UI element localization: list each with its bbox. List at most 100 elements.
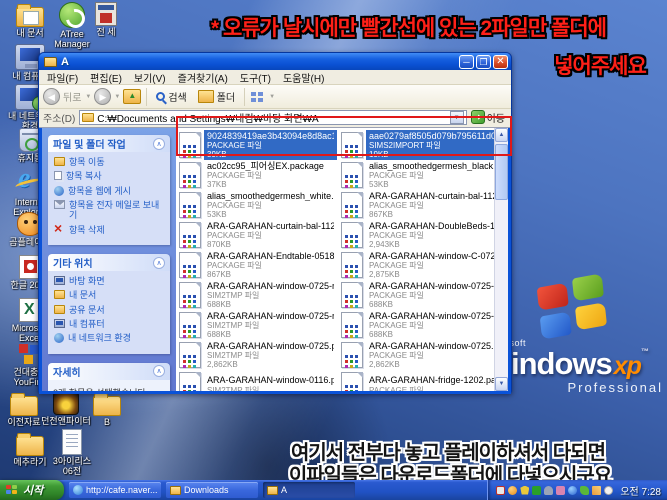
file-size: 867KB xyxy=(369,210,394,220)
maximize-button[interactable]: ❐ xyxy=(476,54,491,69)
scrollbar-track[interactable] xyxy=(495,142,508,377)
file-name: ARA-GARAHAN-window-0725-re.pa... xyxy=(369,280,494,291)
taskbar-task-button[interactable]: A xyxy=(263,482,355,498)
desktop-icon-image xyxy=(16,4,44,27)
taskbar-task-button[interactable]: Downloads xyxy=(166,482,258,498)
task-link[interactable]: 항목 이동 xyxy=(54,157,166,167)
pen-icon[interactable] xyxy=(592,485,602,495)
file-item[interactable]: ARA-GARAHAN-window-0725-re-01... SIM2TMP… xyxy=(179,310,337,340)
address-dropdown-icon[interactable]: ▼ xyxy=(449,110,464,124)
file-item[interactable]: ARA-GARAHAN-DoubleBeds-1001.p... PACKAGE… xyxy=(341,220,494,250)
desktop-icon[interactable]: 3아이리스 06전 xyxy=(44,429,100,477)
file-type: SIM2TMP 파일 xyxy=(207,385,260,391)
collapse-chevron-icon[interactable]: ∧ xyxy=(153,137,165,150)
green-cross-icon[interactable] xyxy=(532,485,542,495)
file-type: PACKAGE 파일 xyxy=(369,385,425,391)
file-item[interactable]: ARA-GARAHAN-Endtable-0518-re.p... PACKAG… xyxy=(179,250,337,280)
menu-item[interactable]: 보기(V) xyxy=(128,70,172,85)
title-bar[interactable]: A ─ ❐ ✕ xyxy=(39,53,511,70)
menu-item[interactable]: 도움말(H) xyxy=(277,70,330,85)
minimize-button[interactable]: ─ xyxy=(459,54,474,69)
window-title: A xyxy=(61,55,69,68)
robot-icon[interactable] xyxy=(544,485,554,495)
shield-icon[interactable] xyxy=(520,485,530,495)
file-item[interactable]: ARA-GARAHAN-window-0725-re.pa... SIM2TMP… xyxy=(179,280,337,310)
file-item[interactable]: ARA-GARAHAN-window-0725-re-01... PACKAGE… xyxy=(341,310,494,340)
other-places-header[interactable]: 기타 위치 ∧ xyxy=(48,254,170,272)
menu-item[interactable]: 즐겨찾기(A) xyxy=(172,70,234,85)
file-item[interactable]: alias_smoothedgermesh_black.pac... PACKA… xyxy=(341,160,494,190)
task-icon xyxy=(54,157,65,166)
file-name: ARA-GARAHAN-Endtable-0518-re.p... xyxy=(207,250,334,261)
menu-item[interactable]: 파일(F) xyxy=(41,70,84,85)
address-input[interactable]: C:₩Documents and Settings₩내컴₩바탕 화면₩A ▼ xyxy=(79,109,467,125)
back-button[interactable]: ◀ xyxy=(43,88,60,105)
package-file-icon xyxy=(341,282,363,308)
scrollbar-thumb[interactable] xyxy=(495,144,508,200)
clock: 오전 7:28 xyxy=(620,486,661,498)
gear-icon[interactable] xyxy=(604,485,614,495)
menu-item[interactable]: 편집(E) xyxy=(84,70,128,85)
file-type: PACKAGE 파일 xyxy=(207,260,263,270)
forward-button[interactable]: ▶ xyxy=(94,88,112,105)
file-item[interactable]: 9024839419ae3b43094e8d8ac135bf7_... PACK… xyxy=(179,130,337,160)
back-dropdown-icon[interactable]: ▼ xyxy=(85,94,91,100)
file-size: 2,862KB xyxy=(207,360,238,370)
task-link[interactable]: 항목 복사 xyxy=(54,171,166,181)
file-name: ARA-GARAHAN-window-0116.packa... xyxy=(207,375,334,386)
go-button[interactable]: ➜ 이동 xyxy=(470,110,507,125)
blue-sphere-icon[interactable] xyxy=(568,485,578,495)
file-name: ARA-GARAHAN-window-0725-re.pa... xyxy=(207,280,334,291)
scroll-down-icon[interactable]: ▼ xyxy=(495,377,508,391)
antivirus-icon[interactable] xyxy=(496,485,506,495)
file-name: alias_smoothedgermesh_white.pac... xyxy=(207,190,334,201)
place-icon xyxy=(54,290,65,300)
task-link[interactable]: 항목 삭제 xyxy=(54,220,166,236)
vertical-scrollbar[interactable]: ▲ ▼ xyxy=(494,128,508,391)
details-header[interactable]: 자세히 ∧ xyxy=(48,362,170,380)
file-item[interactable]: alias_smoothedgermesh_white.pac... PACKA… xyxy=(179,190,337,220)
place-link[interactable]: 공유 문서 xyxy=(54,304,166,315)
task-link[interactable]: 항목을 웹에 게시 xyxy=(54,185,166,196)
file-name: ARA-GARAHAN-window-0725.packa... xyxy=(207,340,334,351)
desktop-icon[interactable]: B xyxy=(83,391,131,427)
green-leaf-icon[interactable] xyxy=(580,485,590,495)
views-icon[interactable] xyxy=(250,90,266,104)
messenger-orange-icon[interactable] xyxy=(508,485,518,495)
pink-app-icon[interactable] xyxy=(556,485,566,495)
menu-item[interactable]: 도구(T) xyxy=(234,70,277,85)
file-item[interactable]: ARA-GARAHAN-window-C-0725.pa... PACKAGE … xyxy=(341,250,494,280)
taskbar-task-button[interactable]: http://cafe.naver.... xyxy=(69,482,161,498)
task-link[interactable]: 항목을 전자 메일로 보내기 xyxy=(54,200,166,221)
place-link[interactable]: 내 컴퓨터 xyxy=(54,319,166,329)
file-item[interactable]: ARA-GARAHAN-window-0725.packa... PACKAGE… xyxy=(341,340,494,370)
collapse-chevron-icon[interactable]: ∧ xyxy=(153,365,165,378)
file-item[interactable]: ac02cc95_피어싱EX.package PACKAGE 파일 37KB xyxy=(179,160,337,190)
file-item[interactable]: ARA-GARAHAN-curtain-bal-1124.pa... PACKA… xyxy=(179,220,337,250)
up-button[interactable] xyxy=(123,89,142,104)
file-item[interactable]: ARA-GARAHAN-window-0116.packa... SIM2TMP… xyxy=(179,370,337,391)
start-button[interactable]: 시작 xyxy=(0,480,64,500)
task-button-icon xyxy=(267,485,278,495)
file-item[interactable]: aae0279af8505d079b795611d0507270.... SIM… xyxy=(341,130,494,160)
file-item[interactable]: ARA-GARAHAN-window-0725-re.pa... PACKAGE… xyxy=(341,280,494,310)
forward-dropdown-icon[interactable]: ▼ xyxy=(114,94,120,100)
file-item[interactable]: ARA-GARAHAN-fridge-1202.packag... PACKAG… xyxy=(341,370,494,391)
collapse-chevron-icon[interactable]: ∧ xyxy=(153,256,165,269)
place-link[interactable]: 바탕 화면 xyxy=(54,276,166,286)
file-item[interactable]: ARA-GARAHAN-curtain-bal-1123.pa... PACKA… xyxy=(341,190,494,220)
place-icon xyxy=(54,333,64,344)
file-type: PACKAGE 파일 xyxy=(207,140,263,150)
file-folder-tasks-header[interactable]: 파일 및 폴더 작업 ∧ xyxy=(48,135,170,152)
folders-button[interactable]: 폴더 xyxy=(194,87,239,107)
desktop-icon[interactable]: 전 세 xyxy=(82,2,130,37)
place-link[interactable]: 내 문서 xyxy=(54,290,166,300)
search-button[interactable]: 검색 xyxy=(152,87,190,107)
file-item[interactable]: ARA-GARAHAN-window-0725.packa... SIM2TMP… xyxy=(179,340,337,370)
close-button[interactable]: ✕ xyxy=(493,54,508,69)
window-folder-icon xyxy=(44,56,57,67)
scroll-up-icon[interactable]: ▲ xyxy=(495,128,508,142)
place-link[interactable]: 내 네트워크 환경 xyxy=(54,333,166,344)
views-dropdown-icon[interactable]: ▼ xyxy=(269,94,275,100)
toolbar-separator xyxy=(244,87,246,106)
